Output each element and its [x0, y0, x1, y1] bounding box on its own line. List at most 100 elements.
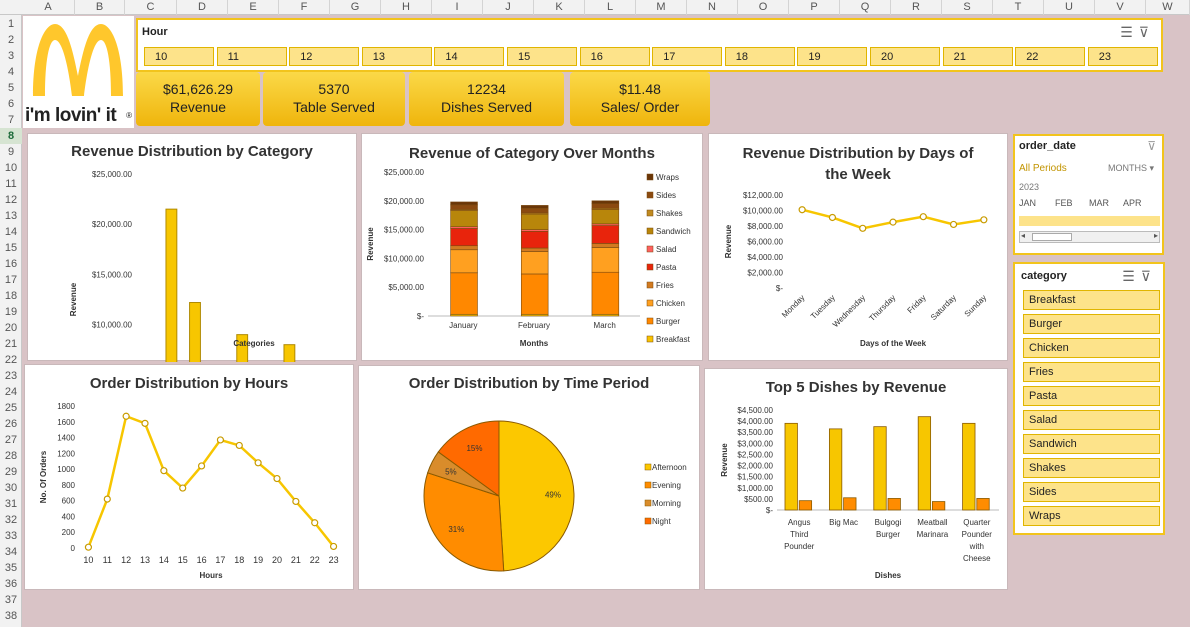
- column-header[interactable]: P: [789, 0, 840, 15]
- row-header[interactable]: 31: [0, 496, 22, 512]
- column-header[interactable]: K: [534, 0, 585, 15]
- multi-select-icon[interactable]: ☰: [1122, 268, 1141, 284]
- column-header[interactable]: S: [942, 0, 993, 15]
- category-button[interactable]: Pasta: [1023, 386, 1160, 406]
- column-header[interactable]: V: [1095, 0, 1146, 15]
- column-header[interactable]: J: [483, 0, 534, 15]
- column-header[interactable]: B: [75, 0, 125, 15]
- row-header[interactable]: 35: [0, 560, 22, 576]
- category-button[interactable]: Sandwich: [1023, 434, 1160, 454]
- row-header[interactable]: 2: [0, 32, 22, 48]
- month-mar[interactable]: MAR: [1089, 198, 1109, 208]
- clear-filter-icon[interactable]: ⊽: [1141, 268, 1157, 284]
- row-header[interactable]: 33: [0, 528, 22, 544]
- row-header[interactable]: 14: [0, 224, 22, 240]
- clear-filter-icon[interactable]: ⊽: [1147, 139, 1156, 153]
- row-header[interactable]: 6: [0, 96, 22, 112]
- column-header[interactable]: I: [432, 0, 483, 15]
- timeline-selection-bar[interactable]: [1019, 216, 1160, 226]
- column-header[interactable]: A: [22, 0, 75, 15]
- scroll-thumb[interactable]: [1032, 233, 1072, 241]
- row-header[interactable]: 11: [0, 176, 22, 192]
- hour-button[interactable]: 14: [434, 47, 505, 66]
- row-header[interactable]: 1: [0, 16, 22, 32]
- category-button[interactable]: Salad: [1023, 410, 1160, 430]
- row-header[interactable]: 17: [0, 272, 22, 288]
- row-header[interactable]: 9: [0, 144, 22, 160]
- column-header[interactable]: G: [330, 0, 381, 15]
- column-header[interactable]: E: [228, 0, 279, 15]
- row-header[interactable]: 12: [0, 192, 22, 208]
- column-header[interactable]: W: [1146, 0, 1190, 15]
- column-header[interactable]: C: [125, 0, 177, 15]
- column-header[interactable]: N: [687, 0, 738, 15]
- row-header[interactable]: 8: [0, 128, 22, 144]
- hour-button[interactable]: 16: [579, 47, 650, 66]
- column-header[interactable]: H: [381, 0, 432, 15]
- row-header[interactable]: 26: [0, 416, 22, 432]
- timeline-scrollbar[interactable]: ◂ ▸: [1019, 231, 1160, 243]
- column-header[interactable]: O: [738, 0, 789, 15]
- row-header[interactable]: 19: [0, 304, 22, 320]
- row-header[interactable]: 27: [0, 432, 22, 448]
- row-header[interactable]: 30: [0, 480, 22, 496]
- column-header[interactable]: L: [585, 0, 636, 15]
- column-header[interactable]: F: [279, 0, 330, 15]
- row-header[interactable]: 24: [0, 384, 22, 400]
- hour-button[interactable]: 18: [724, 47, 795, 66]
- row-header[interactable]: 22: [0, 352, 22, 368]
- row-header[interactable]: 3: [0, 48, 22, 64]
- clear-filter-icon[interactable]: ⊽: [1139, 24, 1155, 40]
- row-header[interactable]: 34: [0, 544, 22, 560]
- column-header[interactable]: D: [177, 0, 228, 15]
- hour-button[interactable]: 20: [870, 47, 940, 66]
- category-button[interactable]: Breakfast: [1023, 290, 1160, 310]
- row-header[interactable]: 5: [0, 80, 22, 96]
- column-header[interactable]: T: [993, 0, 1044, 15]
- hour-button[interactable]: 21: [942, 47, 1013, 66]
- hour-slicer[interactable]: Hour ☰⊽ 10 11 12 13 14 15 16 17 18 19 20 21 22 23: [136, 18, 1163, 72]
- scroll-left-icon[interactable]: ◂: [1021, 231, 1025, 240]
- row-header[interactable]: 29: [0, 464, 22, 480]
- category-button[interactable]: Burger: [1023, 314, 1160, 334]
- row-header[interactable]: 13: [0, 208, 22, 224]
- hour-button[interactable]: 13: [361, 47, 432, 66]
- row-header[interactable]: 20: [0, 320, 22, 336]
- column-header[interactable]: M: [636, 0, 687, 15]
- row-header[interactable]: 28: [0, 448, 22, 464]
- hour-button[interactable]: 17: [652, 47, 723, 66]
- category-button[interactable]: Chicken: [1023, 338, 1160, 358]
- column-header[interactable]: R: [891, 0, 942, 15]
- hour-button[interactable]: 23: [1087, 47, 1158, 66]
- row-header[interactable]: 4: [0, 64, 22, 80]
- category-button[interactable]: Shakes: [1023, 458, 1160, 478]
- category-slicer[interactable]: category ☰⊽ Breakfast Burger Chicken Fries P…: [1013, 262, 1165, 535]
- hour-button[interactable]: 10: [144, 47, 214, 66]
- time-level-dropdown[interactable]: MONTHS ▾: [1108, 163, 1154, 174]
- row-header[interactable]: 16: [0, 256, 22, 272]
- row-header[interactable]: 37: [0, 592, 22, 608]
- row-header[interactable]: 36: [0, 576, 22, 592]
- column-header[interactable]: U: [1044, 0, 1095, 15]
- column-header[interactable]: Q: [840, 0, 891, 15]
- row-header[interactable]: 38: [0, 608, 22, 624]
- hour-button[interactable]: 11: [216, 47, 287, 66]
- category-button[interactable]: Fries: [1023, 362, 1160, 382]
- hour-button[interactable]: 19: [797, 47, 868, 66]
- month-jan[interactable]: JAN: [1019, 198, 1036, 208]
- row-header[interactable]: 32: [0, 512, 22, 528]
- month-feb[interactable]: FEB: [1055, 198, 1073, 208]
- category-button[interactable]: Sides: [1023, 482, 1160, 502]
- row-header[interactable]: 25: [0, 400, 22, 416]
- row-header[interactable]: 21: [0, 336, 22, 352]
- hour-button[interactable]: 12: [289, 47, 360, 66]
- hour-button[interactable]: 15: [507, 47, 577, 66]
- row-header[interactable]: 15: [0, 240, 22, 256]
- row-header[interactable]: 23: [0, 368, 22, 384]
- order-date-timeline[interactable]: order_date ⊽ All Periods MONTHS ▾ 2023 J…: [1013, 134, 1164, 255]
- scroll-right-icon[interactable]: ▸: [1154, 231, 1158, 240]
- row-header[interactable]: 10: [0, 160, 22, 176]
- row-header[interactable]: 18: [0, 288, 22, 304]
- category-button[interactable]: Wraps: [1023, 506, 1160, 526]
- row-header[interactable]: 7: [0, 112, 22, 128]
